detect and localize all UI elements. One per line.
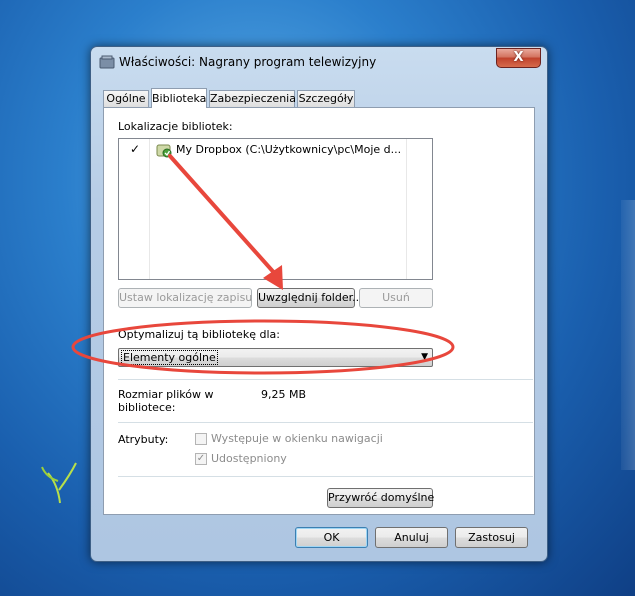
list-item[interactable]: ✓ My Dropbox (C:\Użytkownicy\pc\Moje d..… [119, 139, 432, 159]
shared-label: Udostępniony [211, 452, 287, 465]
default-location-check: ✓ [130, 142, 141, 156]
tab-library[interactable]: Biblioteka [151, 88, 207, 108]
size-label-line2: bibliotece: [118, 401, 176, 414]
size-value: 9,25 MB [261, 388, 307, 401]
optimize-dropdown[interactable]: Elementy ogólne ▼ [118, 348, 433, 367]
shared-checkbox[interactable]: ✓ [195, 453, 207, 465]
size-label-line1: Rozmiar plików w [118, 388, 214, 401]
set-save-location-button[interactable]: Ustaw lokalizację zapisu [118, 288, 252, 308]
remove-button[interactable]: Usuń [359, 288, 433, 308]
restore-defaults-button[interactable]: Przywróć domyślne [327, 488, 434, 508]
chevron-down-icon: ▼ [421, 352, 428, 362]
apply-button[interactable]: Zastosuj [455, 527, 528, 548]
nav-pane-checkbox[interactable] [195, 433, 207, 445]
include-folder-button[interactable]: Uwzględnij folder... [257, 288, 363, 308]
library-locations-label: Lokalizacje bibliotek: [118, 120, 233, 133]
desktop-leaf-icon [41, 462, 77, 504]
library-locations-list[interactable]: ✓ My Dropbox (C:\Użytkownicy\pc\Moje d..… [118, 138, 433, 280]
desktop-side-glow [621, 200, 635, 470]
cancel-button[interactable]: Anuluj [375, 527, 448, 548]
nav-pane-label: Występuje w okienku nawigacji [211, 432, 383, 445]
optimize-label: Optymalizuj tą bibliotekę dla: [118, 328, 280, 341]
optimize-selected-value: Elementy ogólne [121, 350, 218, 365]
library-location-text: My Dropbox (C:\Użytkownicy\pc\Moje d... [176, 143, 402, 156]
dropbox-folder-icon [156, 144, 172, 158]
attributes-label: Atrybuty: [118, 433, 169, 446]
ok-button[interactable]: OK [295, 527, 368, 548]
